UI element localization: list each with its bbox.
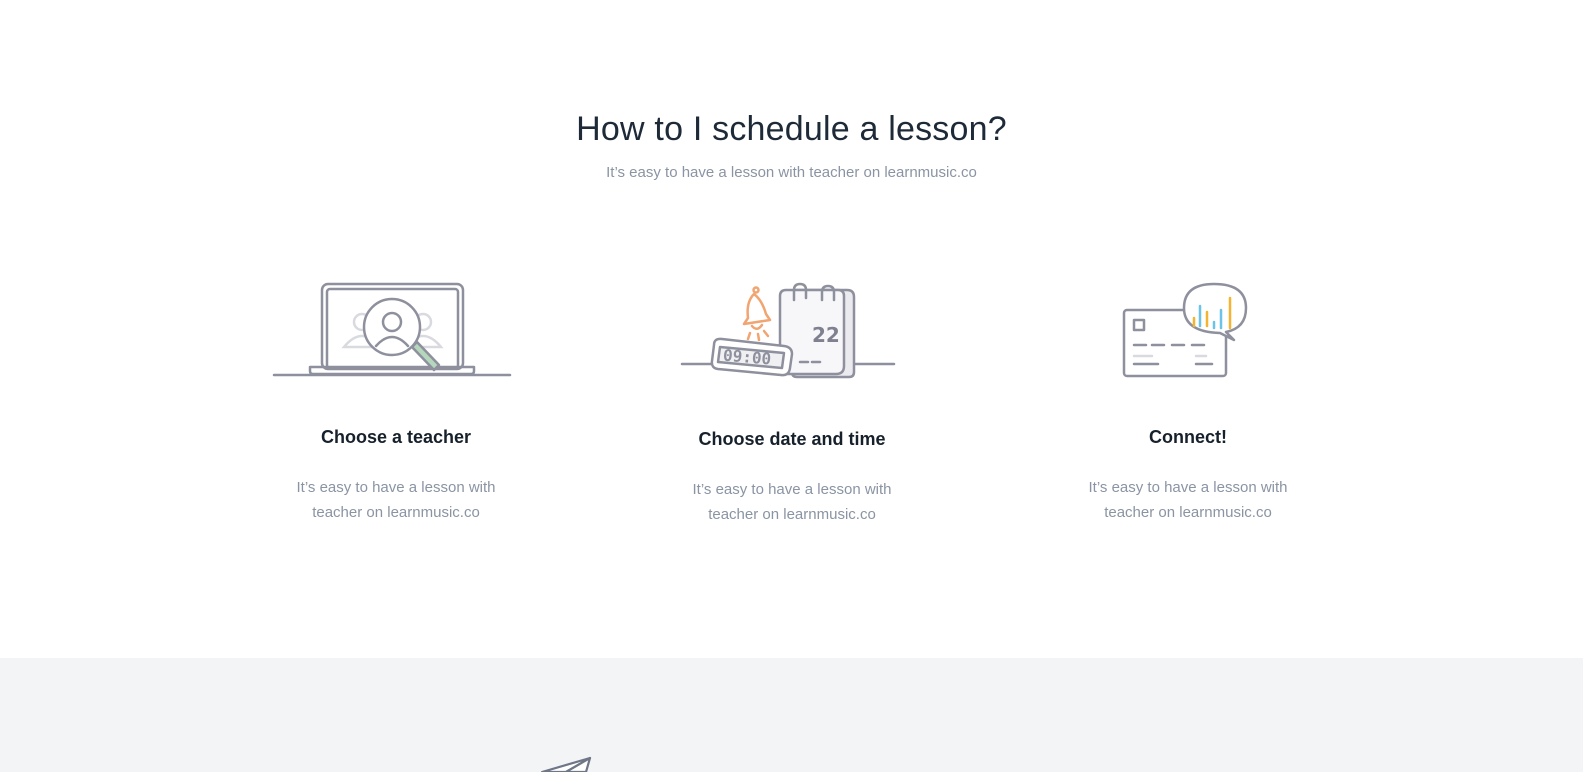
footer-band: [0, 658, 1583, 772]
card-chat-icon: [1122, 282, 1248, 378]
section-subtitle: It’s easy to have a lesson with teacher …: [606, 164, 977, 181]
step-choose-teacher: Choose a teacher It’s easy to have a les…: [246, 270, 546, 525]
step-choose-date-time: 22 09:00 Choose date and time It’s easy …: [642, 270, 942, 527]
step-title: Connect!: [1149, 427, 1227, 447]
paper-plane-icon: [540, 756, 592, 772]
step-title: Choose date and time: [698, 429, 886, 449]
step-description: It’s easy to have a lesson with teacher …: [296, 479, 496, 521]
step-connect: Connect! It’s easy to have a lesson with…: [1038, 270, 1338, 525]
calendar-clock-icon: 22 09:00: [680, 282, 896, 379]
step-description: It’s easy to have a lesson with teacher …: [692, 481, 892, 523]
step-title: Choose a teacher: [320, 427, 472, 447]
laptop-search-icon: [272, 282, 512, 377]
page: How to I schedule a lesson? It’s easy to…: [0, 0, 1583, 772]
section-title: How to I schedule a lesson?: [576, 110, 1007, 148]
step-description: It’s easy to have a lesson with teacher …: [1088, 479, 1288, 521]
calendar-day: 22: [812, 323, 840, 347]
